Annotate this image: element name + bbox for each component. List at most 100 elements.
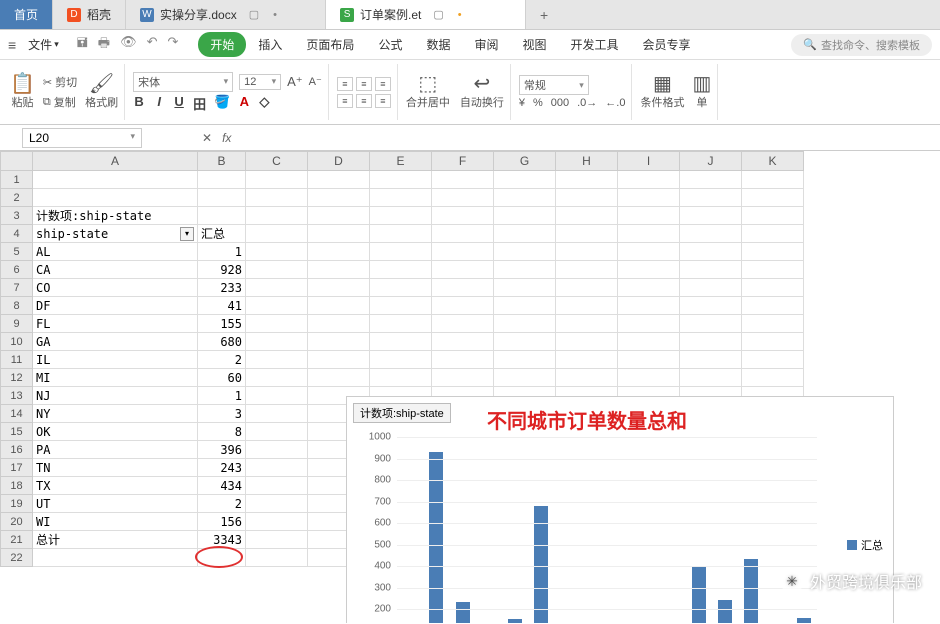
cond-format-button[interactable]: ▦ 条件格式 [640,74,684,110]
cell[interactable]: CA [33,261,198,279]
cell[interactable] [742,261,804,279]
cell[interactable] [246,441,308,459]
cell[interactable] [33,171,198,189]
cell[interactable]: 汇总 [198,225,246,243]
cell[interactable] [680,207,742,225]
row-header[interactable]: 19 [0,495,33,513]
cell[interactable] [556,333,618,351]
row-header[interactable]: 2 [0,189,33,207]
cell[interactable]: CO [33,279,198,297]
cell[interactable]: ship-state▾ [33,225,198,243]
cell[interactable] [246,387,308,405]
cell[interactable] [494,333,556,351]
tab-et[interactable]: S 订单案例.et ▢ • [326,0,526,29]
cell[interactable] [742,171,804,189]
cell[interactable] [556,351,618,369]
cell[interactable] [308,315,370,333]
underline-button[interactable]: U [173,94,185,113]
file-menu[interactable]: 文件 ▾ [20,34,67,55]
cancel-formula-icon[interactable]: ✕ [202,131,212,145]
cell[interactable] [370,351,432,369]
ribbon-tab-insert[interactable]: 插入 [246,32,294,57]
cell[interactable] [742,207,804,225]
align-bottom-left[interactable]: ≡ [337,94,353,108]
row-header[interactable]: 5 [0,243,33,261]
cell[interactable] [618,297,680,315]
cell[interactable] [494,351,556,369]
font-size-select[interactable]: 12▾ [239,74,281,90]
cell[interactable]: WI [33,513,198,531]
cell[interactable] [618,351,680,369]
number-format-select[interactable]: 常规▾ [519,75,589,95]
cell[interactable] [680,243,742,261]
column-header[interactable]: B [198,151,246,171]
cell[interactable] [370,369,432,387]
align-bottom-right[interactable]: ≡ [375,94,391,108]
cell[interactable] [246,279,308,297]
cell[interactable] [680,297,742,315]
cell[interactable] [742,351,804,369]
cut-button[interactable]: ✂剪切 [43,74,77,90]
cell[interactable] [494,225,556,243]
cell[interactable] [494,207,556,225]
row-header[interactable]: 1 [0,171,33,189]
cell[interactable] [432,189,494,207]
cell[interactable] [680,225,742,243]
cell[interactable] [618,261,680,279]
cell[interactable]: NY [33,405,198,423]
cell[interactable] [432,369,494,387]
cell[interactable] [308,369,370,387]
preview-icon[interactable]: 👁 [120,34,137,56]
align-top-right[interactable]: ≡ [375,77,391,91]
decrease-font-icon[interactable]: A⁻ [309,75,322,88]
cell[interactable]: 8 [198,423,246,441]
cell[interactable] [432,333,494,351]
cell[interactable] [494,315,556,333]
cell[interactable] [494,243,556,261]
cell[interactable]: 155 [198,315,246,333]
cell[interactable] [742,243,804,261]
ribbon-tab-data[interactable]: 数据 [414,32,462,57]
cell[interactable]: 156 [198,513,246,531]
decimal-inc-icon[interactable]: .0→ [577,97,597,109]
cell[interactable] [618,189,680,207]
cell[interactable] [308,207,370,225]
column-header[interactable]: K [742,151,804,171]
cell[interactable] [198,549,246,567]
tab-docke[interactable]: D 稻壳 [53,0,126,29]
fx-icon[interactable]: fx [222,131,231,145]
tab-home[interactable]: 首页 [0,0,53,29]
cell[interactable] [246,225,308,243]
cell[interactable] [618,369,680,387]
cell[interactable] [556,207,618,225]
cell[interactable]: 2 [198,351,246,369]
row-header[interactable]: 7 [0,279,33,297]
cell[interactable] [494,369,556,387]
cell[interactable] [742,189,804,207]
italic-button[interactable]: I [153,94,165,113]
merge-center-button[interactable]: ⬚ 合并居中 [406,74,450,110]
cell[interactable] [432,225,494,243]
column-header[interactable]: C [246,151,308,171]
cell[interactable] [494,261,556,279]
cell-style-button[interactable]: ▥ 单 [692,74,711,110]
close-icon[interactable]: • [273,9,277,21]
row-header[interactable]: 21 [0,531,33,549]
clear-format-button[interactable]: ◇ [258,94,270,113]
cell[interactable] [370,279,432,297]
cell[interactable]: 60 [198,369,246,387]
cell[interactable] [618,207,680,225]
cell[interactable] [432,279,494,297]
cell[interactable] [198,207,246,225]
cell[interactable] [246,477,308,495]
cell[interactable] [432,315,494,333]
cell[interactable] [246,531,308,549]
cell[interactable] [246,513,308,531]
currency-icon[interactable]: ¥ [519,97,525,109]
spreadsheet-grid[interactable]: ABCDEFGHIJK 1234567891011121314151617181… [0,151,940,623]
cell[interactable] [432,261,494,279]
cell[interactable] [246,207,308,225]
cell[interactable] [680,333,742,351]
cell[interactable] [618,333,680,351]
filter-icon[interactable]: ▾ [180,227,194,241]
